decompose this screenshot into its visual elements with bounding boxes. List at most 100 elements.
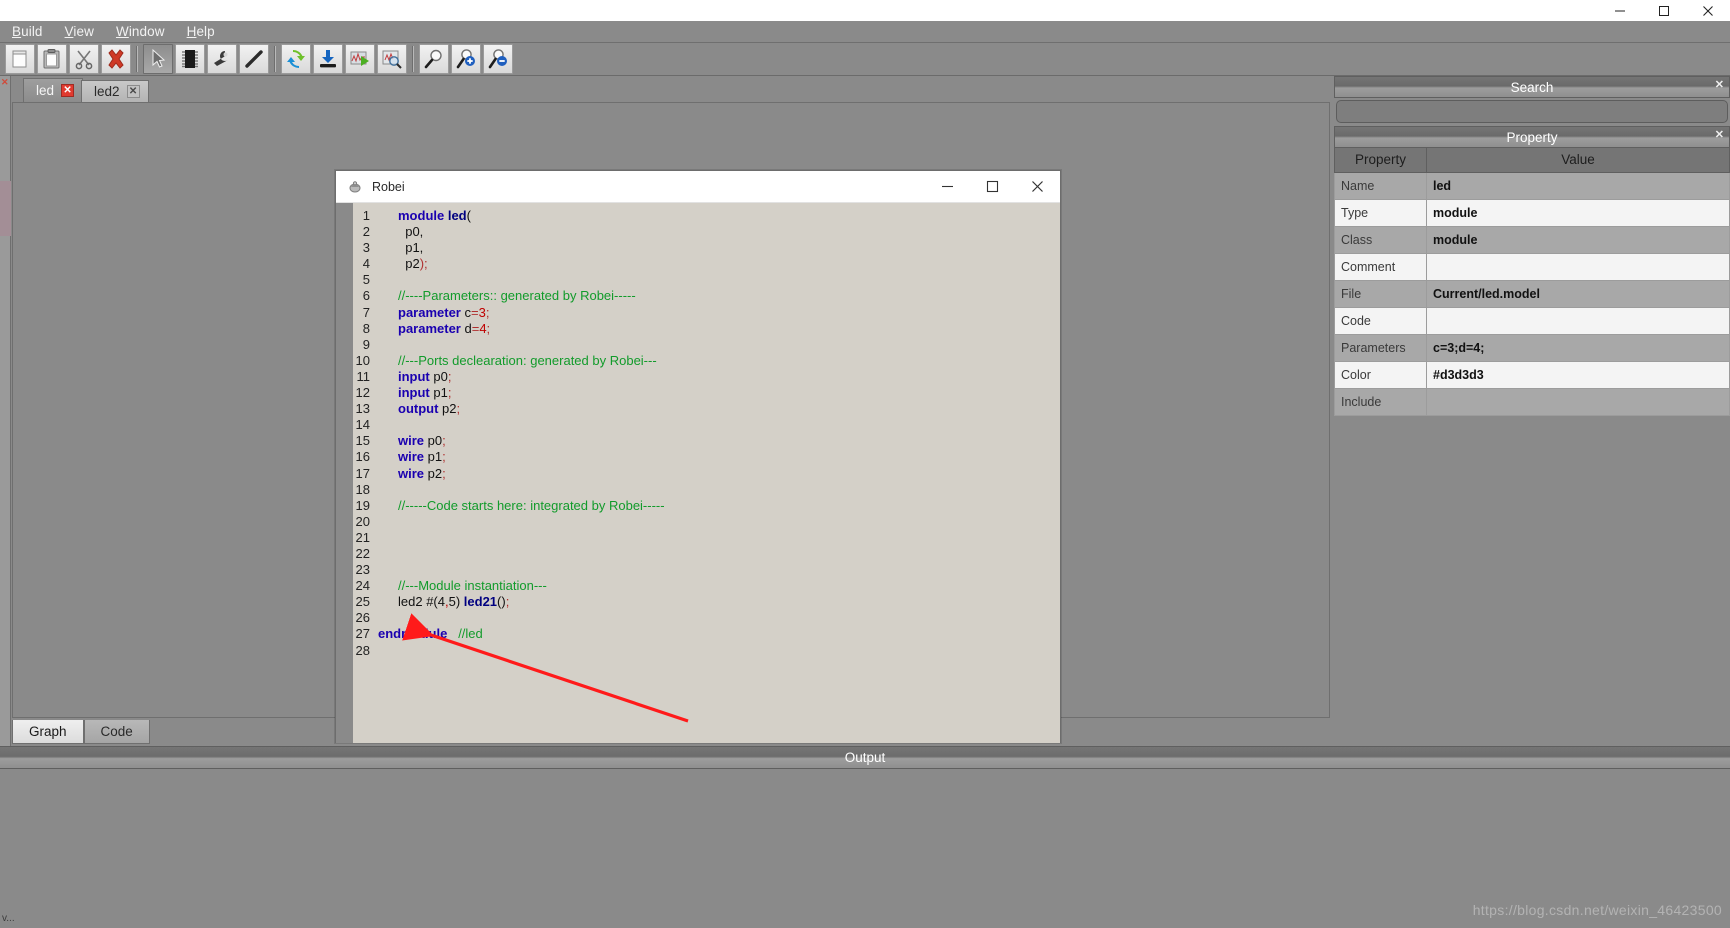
- code-line-text[interactable]: led2 #(4,5) led21();: [376, 594, 509, 609]
- toolbar-separator-1: [136, 46, 138, 72]
- code-line: 27 endmodule //led: [353, 626, 1060, 642]
- code-line-text[interactable]: parameter c=3;: [376, 305, 489, 320]
- robei-code-dialog[interactable]: Robei 1 module led(2 p0, 3 p1, 4 p2); 5 6//--…: [335, 170, 1061, 743]
- code-line-text[interactable]: input p0;: [376, 369, 451, 384]
- dialog-titlebar: Robei: [336, 171, 1060, 203]
- code-line-number: 12: [355, 385, 370, 401]
- download-icon[interactable]: [313, 44, 343, 74]
- table-row[interactable]: Name led: [1334, 171, 1730, 200]
- code-line-text[interactable]: parameter d=4;: [376, 321, 490, 336]
- property-panel-close-icon[interactable]: ✕: [1715, 130, 1724, 141]
- property-value-color[interactable]: #d3d3d3: [1426, 360, 1730, 389]
- window-minimize-button[interactable]: [1598, 0, 1642, 21]
- code-line: 9: [353, 337, 1060, 353]
- code-line: 26: [353, 610, 1060, 626]
- tab-graph[interactable]: Graph: [12, 720, 84, 744]
- window-maximize-button[interactable]: [1642, 0, 1686, 21]
- code-lines-container[interactable]: 1 module led(2 p0, 3 p1, 4 p2); 5 6//----Para…: [353, 208, 1060, 743]
- zoom-fit-icon[interactable]: [483, 44, 513, 74]
- document-tab-led[interactable]: led ✕: [23, 78, 84, 102]
- waveform-inspect-icon[interactable]: [377, 44, 407, 74]
- code-line: 19 //-----Code starts here: integrated by…: [353, 498, 1060, 514]
- chip-module-icon[interactable]: [175, 44, 205, 74]
- document-tab-led2[interactable]: led2 ✕: [81, 80, 149, 102]
- code-line-text[interactable]: //-----Code starts here: integrated by R…: [376, 498, 665, 513]
- menu-item-help[interactable]: Help: [187, 24, 215, 39]
- code-line-number: 16: [355, 449, 370, 465]
- window-close-button[interactable]: [1686, 0, 1730, 21]
- dialog-close-button[interactable]: [1015, 171, 1060, 203]
- code-line-text[interactable]: //----Parameters:: generated by Robei---…: [376, 288, 636, 303]
- code-line-text[interactable]: module led(: [376, 208, 471, 223]
- table-row[interactable]: Color #d3d3d3: [1334, 360, 1730, 389]
- zoom-in-icon[interactable]: [451, 44, 481, 74]
- wire-line-icon[interactable]: [239, 44, 269, 74]
- table-row[interactable]: Class module: [1334, 225, 1730, 254]
- code-line: 22: [353, 546, 1060, 562]
- property-value-type[interactable]: module: [1426, 198, 1730, 227]
- property-value-file[interactable]: Current/led.model: [1426, 279, 1730, 308]
- code-line-text[interactable]: p0,: [376, 224, 423, 239]
- code-line-number: 18: [355, 481, 370, 497]
- menu-label-build-rest: uild: [21, 24, 43, 39]
- toolbar-group-design: [142, 44, 270, 74]
- code-line-text[interactable]: output p2;: [376, 401, 460, 416]
- port-plug-icon[interactable]: [207, 44, 237, 74]
- code-line-text[interactable]: p1,: [376, 240, 423, 255]
- code-line-text[interactable]: //---Ports declearation: generated by Ro…: [376, 353, 657, 368]
- code-line-text[interactable]: endmodule //led: [376, 626, 483, 641]
- code-line: 25 led2 #(4,5) led21();: [353, 594, 1060, 610]
- code-line: 28: [353, 643, 1060, 659]
- code-line-number: 23: [355, 562, 370, 578]
- menu-item-build[interactable]: Build: [12, 24, 43, 39]
- property-value-name[interactable]: led: [1426, 171, 1730, 200]
- output-panel-body[interactable]: v... https://blog.csdn.net/weixin_464235…: [0, 769, 1730, 928]
- menubar: Build View Window Help: [0, 21, 1730, 43]
- code-line-text[interactable]: input p1;: [376, 385, 451, 400]
- select-cursor-icon[interactable]: [143, 44, 173, 74]
- delete-x-icon[interactable]: [101, 44, 131, 74]
- code-line-text[interactable]: wire p1;: [376, 449, 446, 464]
- document-tab-led-close-icon[interactable]: ✕: [61, 84, 75, 97]
- menu-label-help-rest: elp: [196, 24, 215, 39]
- dialog-maximize-button[interactable]: [970, 171, 1015, 203]
- new-icon[interactable]: [5, 44, 35, 74]
- code-line: 7 parameter c=3;: [353, 305, 1060, 321]
- code-line-number: 20: [355, 513, 370, 529]
- property-value-code[interactable]: [1426, 306, 1730, 335]
- search-panel-close-icon[interactable]: ✕: [1715, 80, 1724, 91]
- tab-code[interactable]: Code: [83, 720, 150, 744]
- property-value-comment[interactable]: [1426, 252, 1730, 281]
- table-row[interactable]: Parameters c=3;d=4;: [1334, 333, 1730, 362]
- dialog-minimize-button[interactable]: [925, 171, 970, 203]
- search-input[interactable]: [1336, 100, 1728, 123]
- code-line-text[interactable]: wire p0;: [376, 433, 446, 448]
- table-row[interactable]: Comment: [1334, 252, 1730, 281]
- menu-item-view[interactable]: View: [65, 24, 94, 39]
- property-value-class[interactable]: module: [1426, 225, 1730, 254]
- code-line-number: 27: [355, 626, 370, 642]
- table-row[interactable]: Code: [1334, 306, 1730, 335]
- toolbar: [0, 43, 1730, 76]
- cut-scissors-icon[interactable]: [69, 44, 99, 74]
- paste-icon[interactable]: [37, 44, 67, 74]
- table-row[interactable]: File Current/led.model: [1334, 279, 1730, 308]
- run-simulate-icon[interactable]: [345, 44, 375, 74]
- document-tab-led2-close-icon[interactable]: ✕: [126, 85, 140, 98]
- code-line-number: 13: [355, 401, 370, 417]
- property-value-parameters[interactable]: c=3;d=4;: [1426, 333, 1730, 362]
- code-line: 23: [353, 562, 1060, 578]
- code-line-number: 15: [355, 433, 370, 449]
- code-editor[interactable]: 1 module led(2 p0, 3 p1, 4 p2); 5 6//----Para…: [336, 203, 1060, 743]
- code-line-text[interactable]: wire p2;: [376, 466, 446, 481]
- code-line-number: 4: [362, 256, 370, 272]
- code-line-text[interactable]: p2);: [376, 256, 427, 271]
- property-value-include[interactable]: [1426, 387, 1730, 416]
- code-line-text[interactable]: //---Module instantiation---: [376, 578, 547, 593]
- menu-item-window[interactable]: Window: [116, 24, 165, 39]
- table-row[interactable]: Include: [1334, 387, 1730, 416]
- left-strip-close-icon[interactable]: ✕: [1, 78, 9, 87]
- table-row[interactable]: Type module: [1334, 198, 1730, 227]
- zoom-out-icon[interactable]: [419, 44, 449, 74]
- compile-refresh-icon[interactable]: [281, 44, 311, 74]
